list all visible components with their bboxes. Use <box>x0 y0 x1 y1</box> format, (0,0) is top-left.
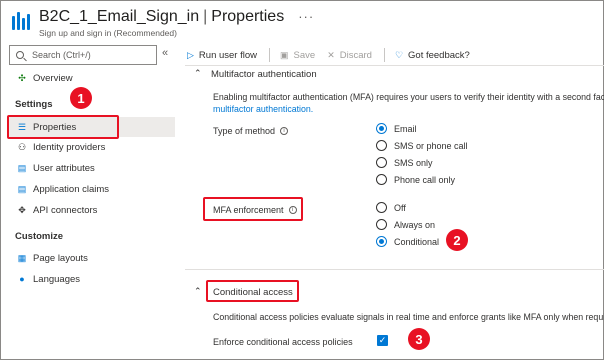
conditional-access-highlight <box>206 280 299 302</box>
toolbar-divider <box>269 48 271 62</box>
languages-icon: ● <box>19 274 25 284</box>
overview-icon: ✣ <box>18 72 26 83</box>
radio-email[interactable]: Email <box>376 123 417 134</box>
sidebar-item-api-connectors[interactable]: ✥ API connectors <box>9 200 175 220</box>
search-input[interactable]: Search (Ctrl+/) <box>9 45 157 65</box>
search-icon <box>16 51 24 59</box>
settings-section-header: Settings <box>15 99 53 110</box>
discard-button[interactable]: ✕ Discard <box>327 50 372 61</box>
callout-badge-2: 2 <box>446 229 468 251</box>
radio-phone-call-only[interactable]: Phone call only <box>376 174 455 185</box>
properties-highlight <box>7 115 119 139</box>
radio-always-on[interactable]: Always on <box>376 219 435 230</box>
radio-off[interactable]: Off <box>376 202 406 213</box>
radio-selected <box>376 236 387 247</box>
heart-icon: ♡ <box>394 49 404 60</box>
identity-providers-icon: ⚇ <box>17 141 27 152</box>
mfa-description: Enabling multifactor authentication (MFA… <box>213 92 604 102</box>
more-options-button[interactable]: ··· <box>298 9 314 24</box>
sidebar-item-application-claims[interactable]: ▤ Application claims <box>9 179 175 199</box>
title-separator: | <box>203 8 208 25</box>
user-flow-name: B2C_1_Email_Sign_in <box>39 8 200 25</box>
user-attributes-icon: ▤ <box>17 162 27 173</box>
save-button[interactable]: ▣ Save <box>280 50 315 61</box>
mouse-cursor-icon <box>516 167 528 178</box>
page-layouts-icon: ▦ <box>17 252 27 263</box>
sidebar-item-languages[interactable]: ● Languages <box>9 269 175 289</box>
type-of-method-label: Type of method i <box>213 126 289 136</box>
user-flow-icon <box>9 10 31 32</box>
radio-conditional[interactable]: Conditional <box>376 236 439 247</box>
mfa-section-title[interactable]: Multifactor authentication <box>211 69 317 80</box>
sidebar-item-user-attributes[interactable]: ▤ User attributes <box>9 158 175 178</box>
sidebar-item-overview[interactable]: ✣ Overview <box>9 68 175 88</box>
mfa-enforcement-highlight <box>203 197 303 221</box>
ca-description: Conditional access policies evaluate sig… <box>213 312 604 322</box>
page-title: B2C_1_Email_Sign_in | Properties ··· <box>39 8 314 26</box>
toolbar-divider <box>383 48 385 62</box>
sidebar-item-page-layouts[interactable]: ▦ Page layouts <box>9 248 175 268</box>
toolbar-divider-line <box>185 65 604 66</box>
section-divider <box>185 269 604 270</box>
chevron-up-icon[interactable]: ⌃ <box>194 68 202 79</box>
feedback-button[interactable]: ♡ Got feedback? <box>395 50 470 61</box>
info-icon[interactable]: i <box>280 127 289 135</box>
chevron-up-icon[interactable]: ⌃ <box>194 286 202 297</box>
run-user-flow-button[interactable]: ▷ Run user flow <box>187 50 257 61</box>
radio-sms-only[interactable]: SMS only <box>376 157 433 168</box>
collapse-sidebar-button[interactable]: « <box>162 47 168 59</box>
application-claims-icon: ▤ <box>17 183 27 194</box>
page-subtitle: Sign up and sign in (Recommended) <box>39 28 177 38</box>
sidebar-item-identity-providers[interactable]: ⚇ Identity providers <box>9 137 175 157</box>
close-icon: ✕ <box>327 49 335 60</box>
customize-section-header: Customize <box>15 231 64 242</box>
command-bar: ▷ Run user flow ▣ Save ✕ Discard ♡ Got feedb… <box>187 45 482 65</box>
enforce-ca-label: Enforce conditional access policies <box>213 337 353 347</box>
radio-selected <box>376 123 387 134</box>
play-icon: ▷ <box>187 49 194 60</box>
radio-sms-or-phone[interactable]: SMS or phone call <box>376 140 468 151</box>
mfa-learn-more-link[interactable]: multifactor authentication. <box>213 104 313 114</box>
callout-badge-3: 3 <box>408 328 430 350</box>
api-connectors-icon: ✥ <box>18 204 26 215</box>
enforce-ca-checkbox[interactable]: ✓ <box>377 335 388 346</box>
blade-name: Properties <box>211 8 285 25</box>
save-icon: ▣ <box>280 49 289 60</box>
callout-badge-1: 1 <box>70 87 92 109</box>
